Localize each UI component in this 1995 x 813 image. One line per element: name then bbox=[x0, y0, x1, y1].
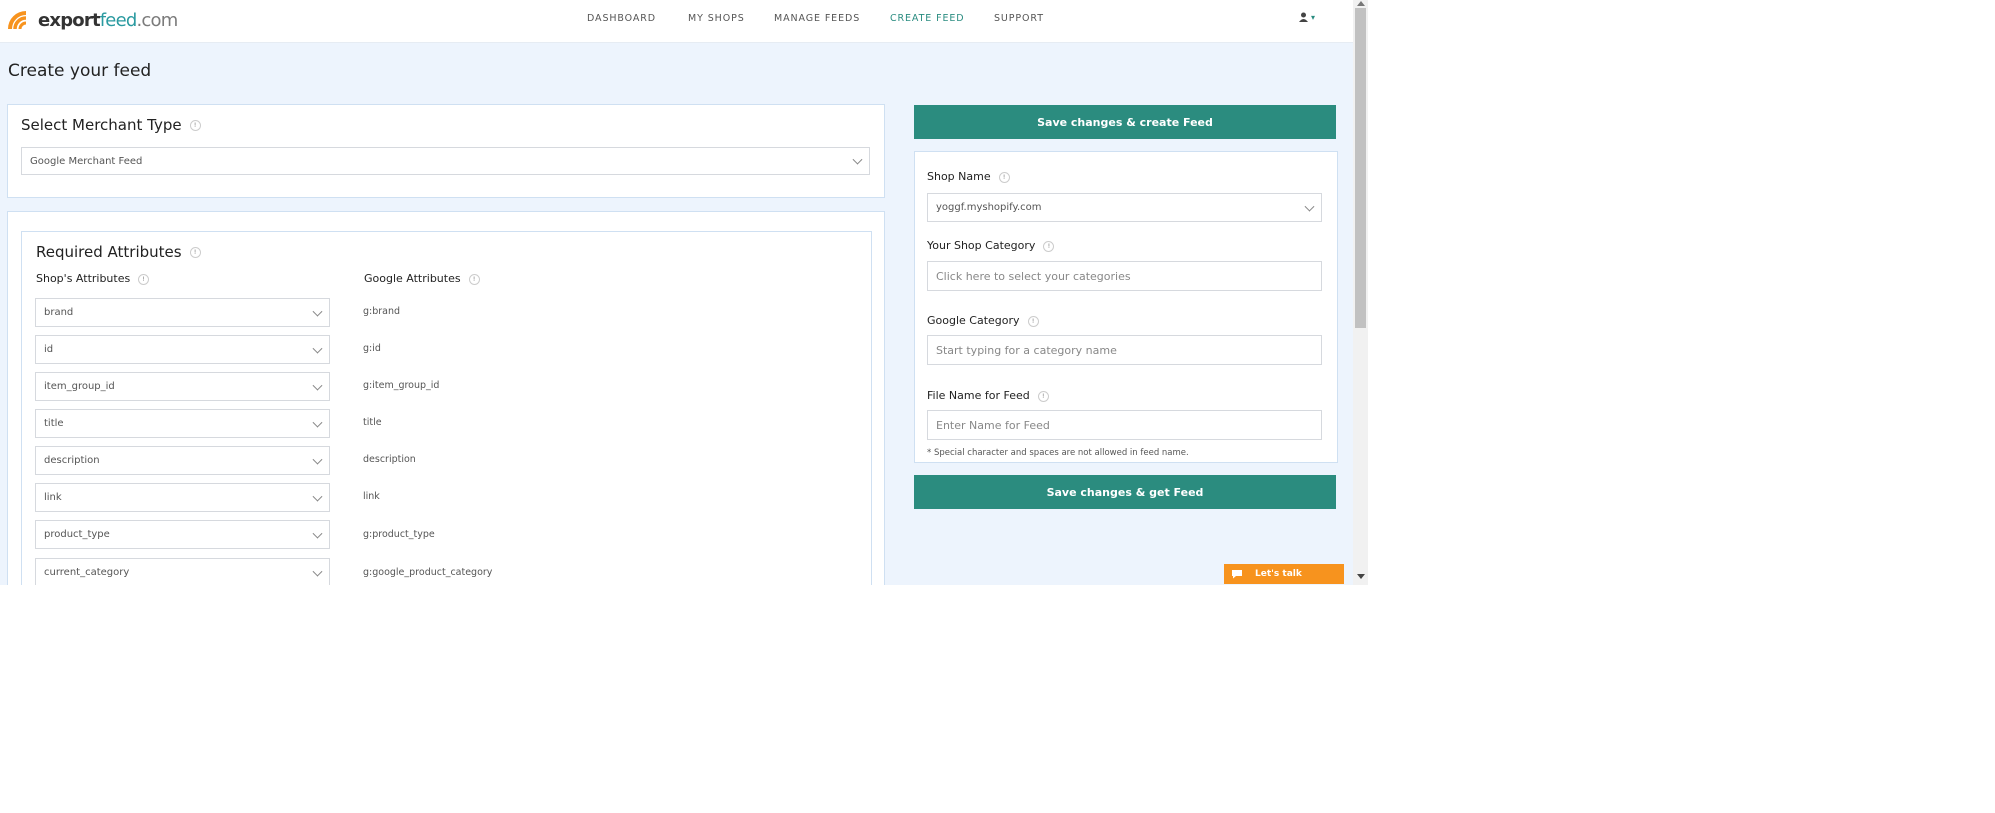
feed-filename-label: File Name for Feed! bbox=[927, 389, 1049, 402]
google-category-label: Google Category! bbox=[927, 314, 1039, 327]
google-category-label-text: Google Category bbox=[927, 314, 1020, 327]
page-title: Create your feed bbox=[8, 61, 152, 81]
save-and-create-feed-button[interactable]: Save changes & create Feed bbox=[914, 105, 1336, 139]
app-window: exportfeed.com DASHBOARD MY SHOPS MANAGE… bbox=[0, 0, 1368, 585]
info-icon[interactable]: ! bbox=[138, 273, 150, 285]
google-category-input[interactable]: Start typing for a category name bbox=[927, 335, 1322, 365]
shop-category-placeholder: Click here to select your categories bbox=[936, 269, 1131, 283]
google-attribute-label: g:google_product_category bbox=[363, 567, 493, 578]
chevron-down-icon bbox=[1304, 201, 1315, 212]
shop-attribute-value: brand bbox=[44, 307, 74, 318]
chevron-down-icon bbox=[312, 528, 323, 539]
user-menu[interactable]: ▾ bbox=[1299, 12, 1315, 22]
info-icon[interactable]: ! bbox=[998, 171, 1010, 183]
shop-attribute-value: product_type bbox=[44, 529, 110, 540]
shop-category-label-text: Your Shop Category bbox=[927, 239, 1036, 252]
shop-name-value: yoggf.myshopify.com bbox=[936, 202, 1042, 213]
user-icon bbox=[1299, 12, 1308, 22]
shop-category-input[interactable]: Click here to select your categories bbox=[927, 261, 1322, 291]
chat-widget-button[interactable]: Let's talk bbox=[1224, 564, 1344, 584]
google-attribute-label: g:item_group_id bbox=[363, 380, 440, 391]
google-attribute-label: g:product_type bbox=[363, 529, 435, 540]
shop-attribute-select-product-type[interactable]: product_type bbox=[35, 520, 330, 549]
google-attribute-label: g:brand bbox=[363, 306, 401, 317]
shop-attribute-select-link[interactable]: link bbox=[35, 483, 330, 512]
chevron-down-icon bbox=[312, 491, 323, 502]
chevron-down-icon bbox=[312, 343, 323, 354]
chevron-down-icon bbox=[312, 306, 323, 317]
required-attributes-title: Required Attributes! bbox=[36, 243, 201, 261]
merchant-type-title: Select Merchant Type! bbox=[21, 116, 201, 134]
nav-support[interactable]: SUPPORT bbox=[994, 13, 1044, 24]
shop-attributes-header-text: Shop's Attributes bbox=[36, 272, 131, 285]
shop-attribute-value: description bbox=[44, 455, 100, 466]
shop-attribute-value: current_category bbox=[44, 567, 130, 578]
google-attribute-label: g:id bbox=[363, 343, 381, 354]
shop-attribute-select-id[interactable]: id bbox=[35, 335, 330, 364]
nav-dashboard[interactable]: DASHBOARD bbox=[587, 13, 656, 24]
chevron-down-icon bbox=[312, 454, 323, 465]
scroll-up-arrow-icon[interactable] bbox=[1357, 1, 1365, 6]
filename-rules-note: * Special character and spaces are not a… bbox=[927, 448, 1189, 458]
shop-attribute-value: item_group_id bbox=[44, 381, 115, 392]
nav-my-shops[interactable]: MY SHOPS bbox=[688, 13, 745, 24]
shop-name-label-text: Shop Name bbox=[927, 170, 991, 183]
info-icon[interactable]: ! bbox=[1043, 240, 1055, 252]
brand-wordmark: exportfeed.com bbox=[38, 9, 178, 31]
shop-attributes-header: Shop's Attributes! bbox=[36, 272, 150, 285]
chevron-down-icon bbox=[312, 417, 323, 428]
info-icon[interactable]: ! bbox=[1027, 315, 1039, 327]
feed-filename-placeholder: Enter Name for Feed bbox=[936, 418, 1050, 432]
rss-logo-icon bbox=[8, 11, 27, 30]
chevron-down-icon bbox=[312, 566, 323, 577]
shop-attribute-value: link bbox=[44, 492, 62, 503]
info-icon[interactable]: ! bbox=[1037, 390, 1049, 402]
brand-part-com: .com bbox=[136, 9, 178, 31]
google-attribute-label: description bbox=[363, 454, 416, 465]
brand-part-export: export bbox=[38, 9, 101, 31]
chat-widget-label: Let's talk bbox=[1255, 569, 1302, 579]
brand-logo[interactable]: exportfeed.com bbox=[6, 6, 178, 34]
scrollbar-thumb[interactable] bbox=[1355, 8, 1366, 328]
chevron-down-icon bbox=[852, 154, 863, 165]
shop-attribute-select-item-group-id[interactable]: item_group_id bbox=[35, 372, 330, 401]
info-icon[interactable]: ! bbox=[189, 247, 201, 258]
google-attributes-header: Google Attributes! bbox=[364, 272, 480, 285]
merchant-type-select[interactable]: Google Merchant Feed bbox=[21, 147, 870, 175]
google-attribute-label: title bbox=[363, 417, 382, 428]
shop-attribute-select-description[interactable]: description bbox=[35, 446, 330, 475]
shop-attribute-select-brand[interactable]: brand bbox=[35, 298, 330, 327]
shop-attribute-value: id bbox=[44, 344, 54, 355]
info-icon[interactable]: ! bbox=[189, 120, 201, 131]
feed-filename-input[interactable]: Enter Name for Feed bbox=[927, 410, 1322, 440]
nav-manage-feeds[interactable]: MANAGE FEEDS bbox=[774, 13, 860, 24]
vertical-scrollbar[interactable] bbox=[1353, 0, 1368, 585]
chevron-down-icon: ▾ bbox=[1311, 12, 1316, 22]
shop-name-select[interactable]: yoggf.myshopify.com bbox=[927, 193, 1322, 222]
google-attributes-header-text: Google Attributes bbox=[364, 272, 461, 285]
shop-name-label: Shop Name! bbox=[927, 170, 1010, 183]
feed-filename-label-text: File Name for Feed bbox=[927, 389, 1030, 402]
google-attribute-label: link bbox=[363, 491, 380, 502]
merchant-type-title-text: Select Merchant Type bbox=[21, 116, 182, 134]
brand-part-feed: feed bbox=[99, 9, 138, 31]
shop-attribute-select-title[interactable]: title bbox=[35, 409, 330, 438]
chat-bubble-icon bbox=[1232, 570, 1242, 579]
shop-category-label: Your Shop Category! bbox=[927, 239, 1055, 252]
merchant-type-panel: Select Merchant Type! Google Merchant Fe… bbox=[7, 104, 885, 198]
shop-attribute-select-current-category[interactable]: current_category bbox=[35, 558, 330, 585]
info-icon[interactable]: ! bbox=[468, 273, 480, 285]
shop-attribute-value: title bbox=[44, 418, 64, 429]
merchant-type-value: Google Merchant Feed bbox=[30, 155, 143, 167]
chevron-down-icon bbox=[312, 380, 323, 391]
save-and-get-feed-button[interactable]: Save changes & get Feed bbox=[914, 475, 1336, 509]
google-category-placeholder: Start typing for a category name bbox=[936, 343, 1117, 357]
nav-create-feed[interactable]: CREATE FEED bbox=[890, 13, 965, 24]
scroll-down-arrow-icon[interactable] bbox=[1357, 574, 1365, 579]
required-attributes-title-text: Required Attributes bbox=[36, 243, 182, 261]
top-navigation-bar: exportfeed.com DASHBOARD MY SHOPS MANAGE… bbox=[0, 0, 1353, 43]
